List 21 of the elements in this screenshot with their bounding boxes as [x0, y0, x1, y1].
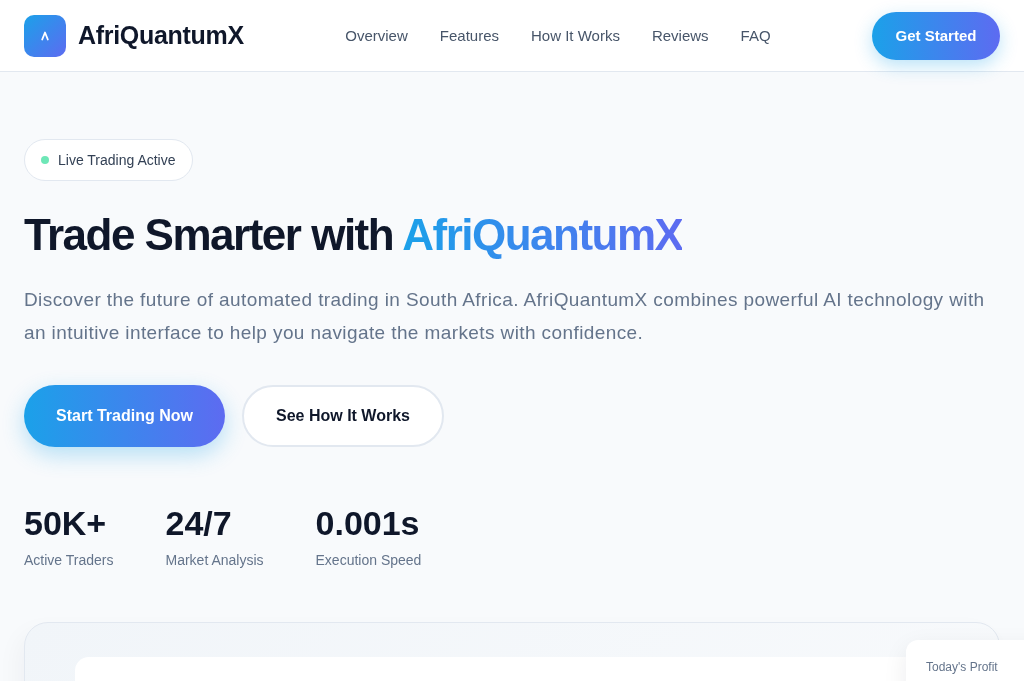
- stat-label: Execution Speed: [315, 551, 422, 570]
- stat-value: 24/7: [165, 503, 232, 543]
- nav-link[interactable]: Features: [439, 27, 499, 44]
- status-dot-icon: [41, 156, 49, 164]
- start-trading-button[interactable]: Start Trading Now: [24, 385, 225, 447]
- get-started-button[interactable]: Get Started: [872, 11, 1000, 60]
- nav-link[interactable]: Overview: [345, 27, 408, 44]
- hero-description: Discover the future of automated trading in South Africa. AfriQuantumX combines powerful AI technology with an intuitive interface to help you navigate the markets with confidence.: [24, 288, 986, 345]
- logo-icon[interactable]: [24, 14, 66, 57]
- stat-label: Market Analysis: [165, 551, 264, 570]
- brand-name[interactable]: AfriQuantumX: [78, 21, 244, 50]
- stat-value: 0.001s: [315, 503, 420, 543]
- hero-heading: Trade Smarter with AfriQuantumX: [24, 209, 684, 261]
- nav-link[interactable]: How It Works: [531, 27, 620, 44]
- stat-value: 50K+: [24, 503, 107, 543]
- profit-label: Today's Profit: [926, 660, 998, 674]
- nav-link[interactable]: FAQ: [740, 27, 771, 44]
- badge-label: Live Trading Active: [58, 152, 176, 168]
- how-it-works-button[interactable]: See How It Works: [242, 385, 444, 447]
- stat-label: Active Traders: [24, 551, 114, 570]
- nav-link[interactable]: Reviews: [651, 27, 709, 44]
